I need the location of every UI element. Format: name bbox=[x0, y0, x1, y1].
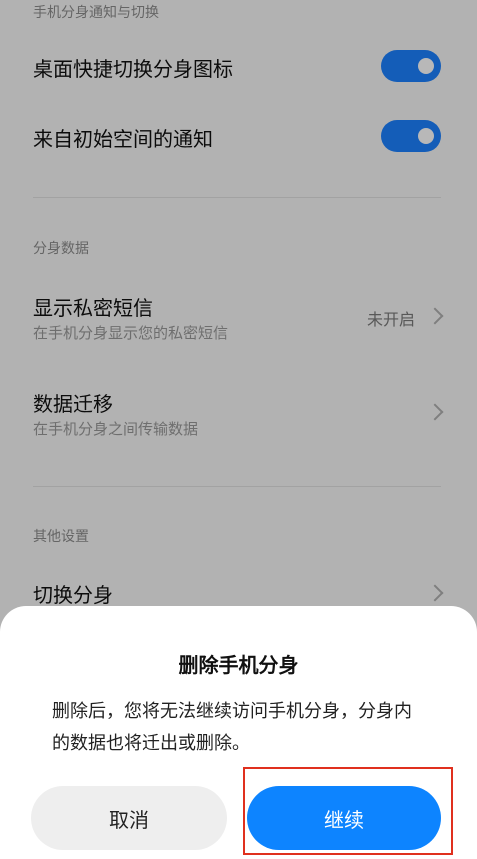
cancel-button[interactable]: 取消 bbox=[31, 786, 227, 850]
dialog-title: 删除手机分身 bbox=[178, 653, 299, 677]
dialog-message: 删除后，您将无法继续访问手机分身，分身内的数据也将迁出或删除。 bbox=[52, 701, 412, 754]
highlight-box bbox=[243, 767, 453, 855]
